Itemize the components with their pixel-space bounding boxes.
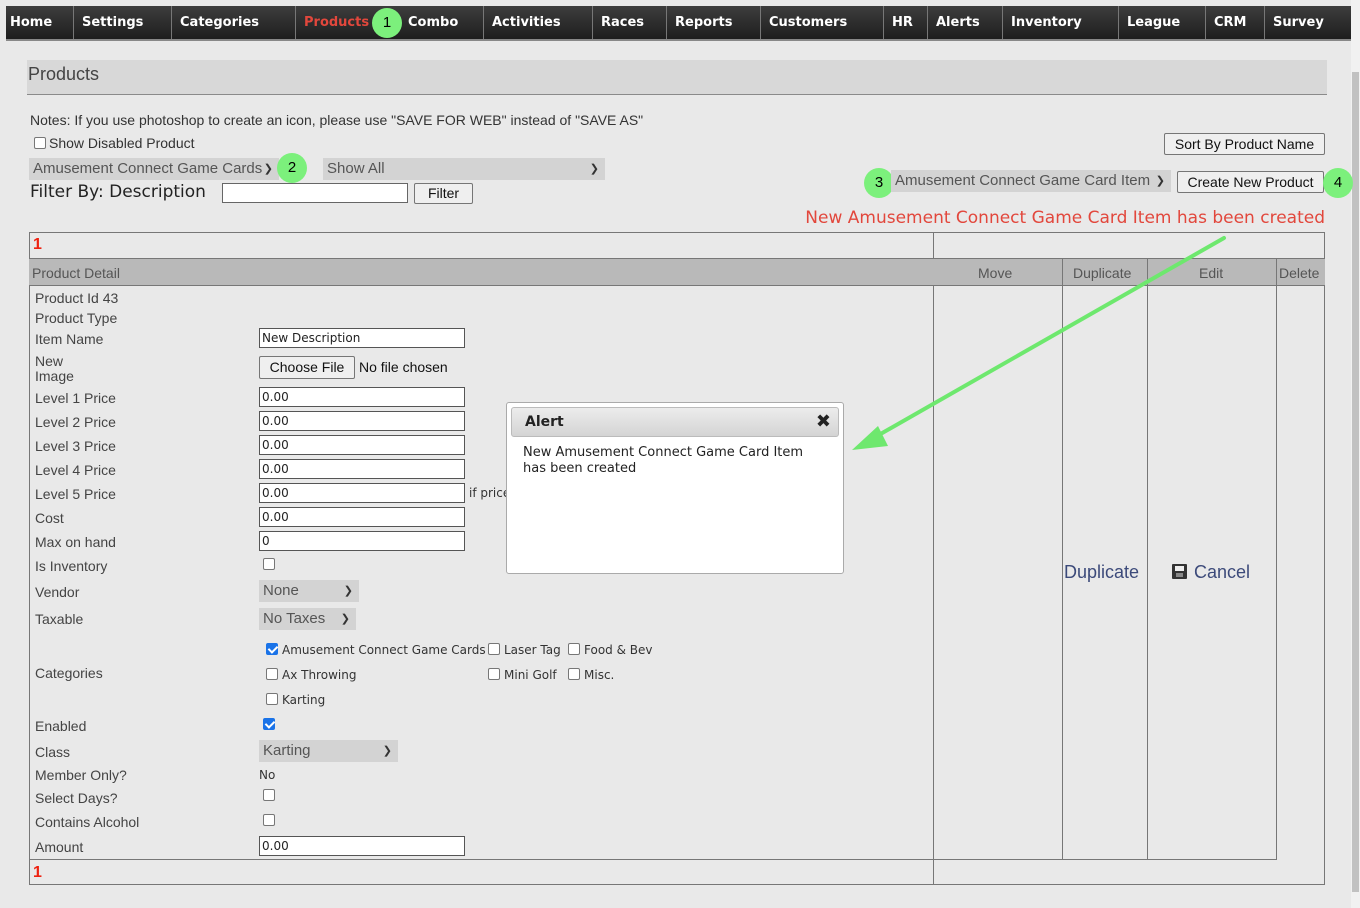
close-icon[interactable]: ✖: [816, 411, 831, 432]
alert-dialog: Alert ✖ New Amusement Connect Game Card …: [506, 402, 844, 574]
alert-message: New Amusement Connect Game Card Item has…: [523, 445, 804, 476]
alert-title: Alert: [525, 414, 564, 430]
alert-header: Alert ✖: [511, 407, 839, 437]
